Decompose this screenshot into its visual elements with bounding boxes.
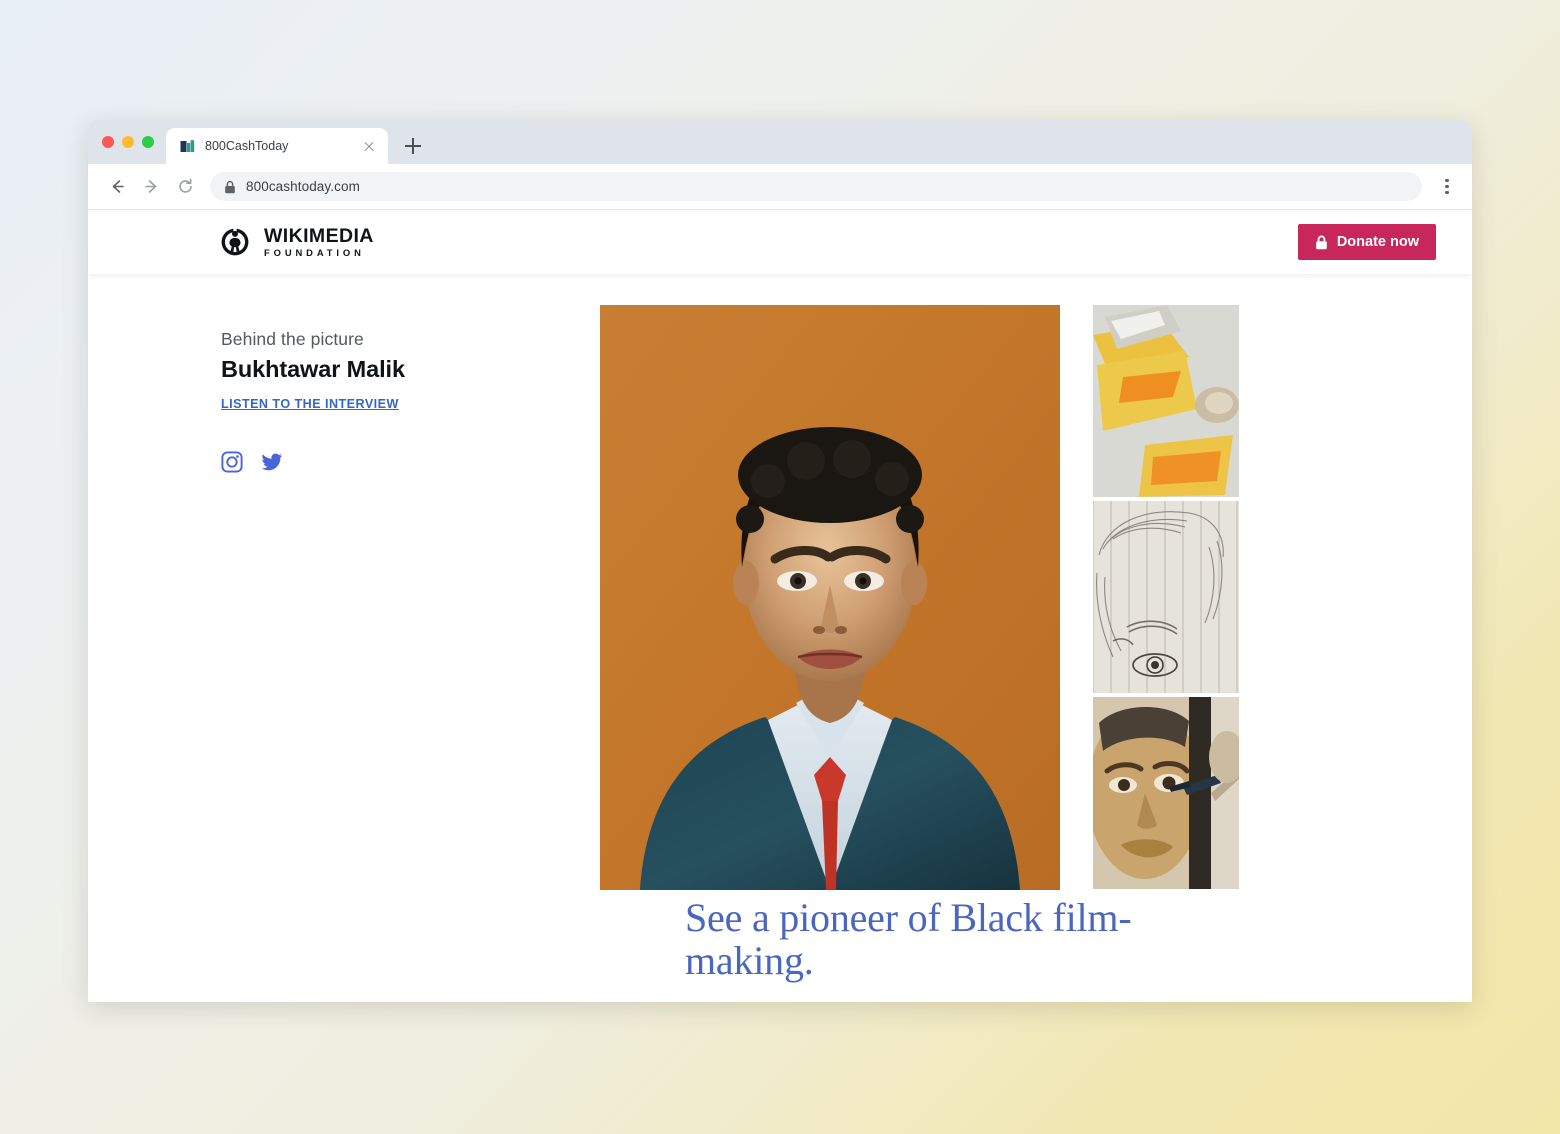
twitter-icon[interactable] bbox=[261, 451, 283, 473]
artwork-column bbox=[600, 305, 1060, 982]
arrow-left-icon bbox=[112, 180, 124, 193]
wikimedia-foundation-logo-mark bbox=[221, 226, 249, 256]
artist-name: Bukhtawar Malik bbox=[221, 356, 405, 382]
listen-to-interview-link[interactable]: LISTEN TO THE INTERVIEW bbox=[221, 397, 399, 411]
new-tab-button[interactable] bbox=[398, 131, 428, 161]
menu-dot bbox=[1445, 191, 1449, 195]
menu-dot bbox=[1445, 184, 1449, 189]
close-window-button[interactable] bbox=[102, 136, 114, 148]
browser-toolbar: 800cashtoday.com bbox=[88, 164, 1472, 210]
site-header: WIKIMEDIA FOUNDATION Donate now bbox=[88, 210, 1472, 274]
window-controls bbox=[98, 120, 162, 164]
menu-dot bbox=[1445, 178, 1449, 182]
browser-menu-button[interactable] bbox=[1434, 172, 1460, 202]
building-favicon bbox=[180, 139, 195, 152]
minimize-window-button[interactable] bbox=[122, 136, 134, 148]
back-button[interactable] bbox=[102, 172, 132, 202]
tab-title: 800CashToday bbox=[205, 139, 289, 153]
donate-now-button[interactable]: Donate now bbox=[1297, 224, 1436, 260]
logo-subtitle: FOUNDATION bbox=[264, 247, 365, 259]
logo-wordmark: WIKIMEDIA bbox=[264, 224, 374, 247]
instagram-icon[interactable] bbox=[221, 451, 243, 473]
thumbnail-painting-in-progress[interactable] bbox=[1093, 697, 1239, 889]
eyebrow-text: Behind the picture bbox=[221, 329, 364, 349]
thumbnail-paint-swatches[interactable] bbox=[1093, 305, 1239, 497]
page-body: Behind the picture Bukhtawar Malik LISTE… bbox=[88, 274, 1472, 982]
social-links bbox=[221, 451, 560, 473]
page-viewport: WIKIMEDIA FOUNDATION Donate now Behind t… bbox=[88, 210, 1472, 1002]
wikimedia-logo[interactable]: WIKIMEDIA FOUNDATION bbox=[218, 225, 374, 259]
close-icon[interactable] bbox=[360, 137, 378, 155]
forward-button[interactable] bbox=[136, 172, 166, 202]
tab-strip: 800CashToday bbox=[88, 120, 1472, 164]
padlock-icon bbox=[225, 180, 235, 193]
thumbnail-strip bbox=[1093, 305, 1239, 982]
browser-tab[interactable]: 800CashToday bbox=[166, 128, 388, 164]
lock-icon bbox=[1316, 235, 1327, 249]
browser-window: 800CashToday 800cashtoday.com WIKIMEDIA … bbox=[88, 120, 1472, 1002]
portrait-artwork bbox=[600, 305, 1060, 890]
url-text: 800cashtoday.com bbox=[246, 179, 360, 194]
maximize-window-button[interactable] bbox=[142, 136, 154, 148]
address-bar[interactable]: 800cashtoday.com bbox=[210, 172, 1422, 201]
donate-button-label: Donate now bbox=[1336, 234, 1419, 250]
thumbnail-pencil-sketch[interactable] bbox=[1093, 501, 1239, 693]
reload-button[interactable] bbox=[170, 172, 200, 202]
headline: See a pioneer of Black film-making. bbox=[685, 895, 1132, 984]
left-column: Behind the picture Bukhtawar Malik LISTE… bbox=[88, 305, 600, 982]
reload-icon bbox=[178, 178, 192, 193]
arrow-right-icon bbox=[144, 180, 156, 193]
